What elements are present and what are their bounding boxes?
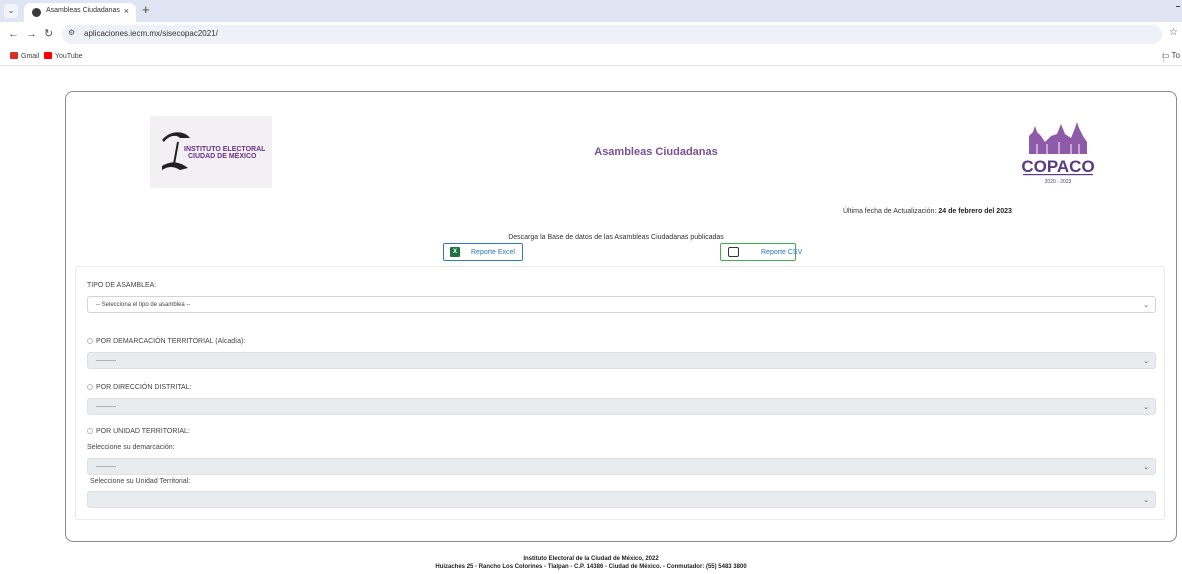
url-text[interactable]: aplicaciones.iecm.mx/sisecopac2021/ bbox=[84, 29, 218, 38]
distrital-label: POR DIRECCIÓN DISTRITAL: bbox=[96, 384, 192, 391]
globe-icon bbox=[32, 8, 41, 17]
close-icon[interactable]: × bbox=[124, 6, 129, 16]
new-tab-button[interactable]: + bbox=[142, 3, 150, 17]
tab-search-button[interactable]: ⌄ bbox=[4, 4, 18, 18]
demarcacion-radio[interactable] bbox=[87, 338, 93, 344]
forward-arrow-icon[interactable]: → bbox=[26, 27, 37, 41]
csv-report-button[interactable]: Reporte CSV bbox=[720, 243, 802, 261]
bookmark-folder[interactable]: ▭ To bbox=[1162, 51, 1180, 60]
distrital-option[interactable]: POR DIRECCIÓN DISTRITAL: bbox=[87, 384, 192, 391]
bookmarks-bar: Gmail YouTube ▭ To bbox=[0, 48, 1182, 66]
seleccione-demarcacion-select[interactable]: ---------- ⌄ bbox=[87, 458, 1156, 475]
chevron-down-icon: ⌄ bbox=[1143, 358, 1149, 365]
site-info-icon[interactable]: ⚙ bbox=[68, 28, 75, 37]
page-footer: Instituto Electoral de la Ciudad de Méxi… bbox=[0, 555, 1182, 571]
csv-file-icon bbox=[728, 247, 739, 257]
browser-tabstrip: ⌄ Asambleas Ciudadanas × + bbox=[0, 0, 1182, 22]
csv-report-label: Reporte CSV bbox=[761, 249, 803, 256]
demarcacion-option[interactable]: POR DEMARCACIÓN TERRITORIAL (Alcadía): bbox=[87, 338, 245, 345]
seleccione-unidad-label: Seleccione su Unidad Territorial: bbox=[90, 478, 191, 485]
tipo-asamblea-label: TIPO DE ASAMBLEA: bbox=[87, 282, 157, 289]
minimize-icon[interactable] bbox=[1176, 6, 1180, 7]
excel-icon: X bbox=[450, 247, 460, 257]
seleccione-demarcacion-value: ---------- bbox=[96, 464, 116, 470]
copaco-logo-text: COPACO bbox=[1021, 157, 1094, 176]
footer-line-1: Instituto Electoral de la Ciudad de Méxi… bbox=[523, 556, 659, 562]
chevron-down-icon: ⌄ bbox=[1143, 464, 1149, 471]
copaco-logo: COPACO 2020 - 2023 bbox=[1013, 114, 1103, 190]
tipo-asamblea-value: -- Selecciona el tipo de asamblea -- bbox=[96, 302, 191, 308]
distrital-radio[interactable] bbox=[87, 384, 93, 390]
unidad-radio[interactable] bbox=[87, 428, 93, 434]
unidad-option[interactable]: POR UNIDAD TERRITORIAL: bbox=[87, 428, 190, 435]
seleccione-demarcacion-label: Seleccione su demarcación: bbox=[87, 444, 175, 451]
demarcacion-select[interactable]: ---------- ⌄ bbox=[87, 352, 1156, 369]
youtube-icon bbox=[44, 52, 52, 59]
back-arrow-icon[interactable]: ← bbox=[8, 27, 19, 41]
excel-report-button[interactable]: X Reporte Excel bbox=[443, 243, 523, 261]
seleccione-unidad-select[interactable]: ⌄ bbox=[87, 491, 1156, 508]
last-update-date: 24 de febrero del 2023 bbox=[938, 208, 1012, 215]
page-title: Asambleas Ciudadanas bbox=[594, 146, 718, 158]
chevron-down-icon: ⌄ bbox=[1143, 302, 1149, 309]
chevron-down-icon: ⌄ bbox=[1143, 497, 1149, 504]
distrital-value: ---------- bbox=[96, 404, 116, 410]
browser-toolbar: ← → ↻ ⚙ aplicaciones.iecm.mx/sisecopac20… bbox=[0, 22, 1182, 48]
bookmark-star-icon[interactable]: ☆ bbox=[1169, 27, 1178, 38]
last-update-line: Última fecha de Actualización: 24 de feb… bbox=[843, 208, 1012, 215]
download-caption: Descarga la Base de datos de las Asamble… bbox=[508, 234, 724, 241]
footer-line-2: Huizaches 25 - Rancho Los Colorines - Tl… bbox=[435, 564, 747, 570]
tab-title: Asambleas Ciudadanas bbox=[46, 7, 120, 14]
bookmark-youtube[interactable]: YouTube bbox=[44, 52, 83, 60]
tipo-asamblea-select[interactable]: -- Selecciona el tipo de asamblea -- ⌄ bbox=[87, 296, 1156, 313]
copaco-logo-years: 2020 - 2023 bbox=[1045, 179, 1072, 185]
excel-report-label: Reporte Excel bbox=[471, 249, 515, 256]
last-update-label: Última fecha de Actualización: bbox=[843, 208, 937, 215]
reload-icon[interactable]: ↻ bbox=[44, 27, 53, 41]
bookmark-gmail[interactable]: Gmail bbox=[10, 52, 39, 60]
demarcacion-label: POR DEMARCACIÓN TERRITORIAL (Alcadía): bbox=[96, 338, 246, 345]
chevron-down-icon: ⌄ bbox=[1143, 404, 1149, 411]
demarcacion-value: ---------- bbox=[96, 358, 116, 364]
gmail-icon bbox=[10, 52, 18, 59]
unidad-label: POR UNIDAD TERRITORIAL: bbox=[96, 428, 190, 435]
browser-tab-active[interactable]: Asambleas Ciudadanas × bbox=[24, 3, 136, 22]
address-bar[interactable]: ⚙ aplicaciones.iecm.mx/sisecopac2021/ bbox=[62, 25, 1162, 44]
distrital-select[interactable]: ---------- ⌄ bbox=[87, 398, 1156, 415]
